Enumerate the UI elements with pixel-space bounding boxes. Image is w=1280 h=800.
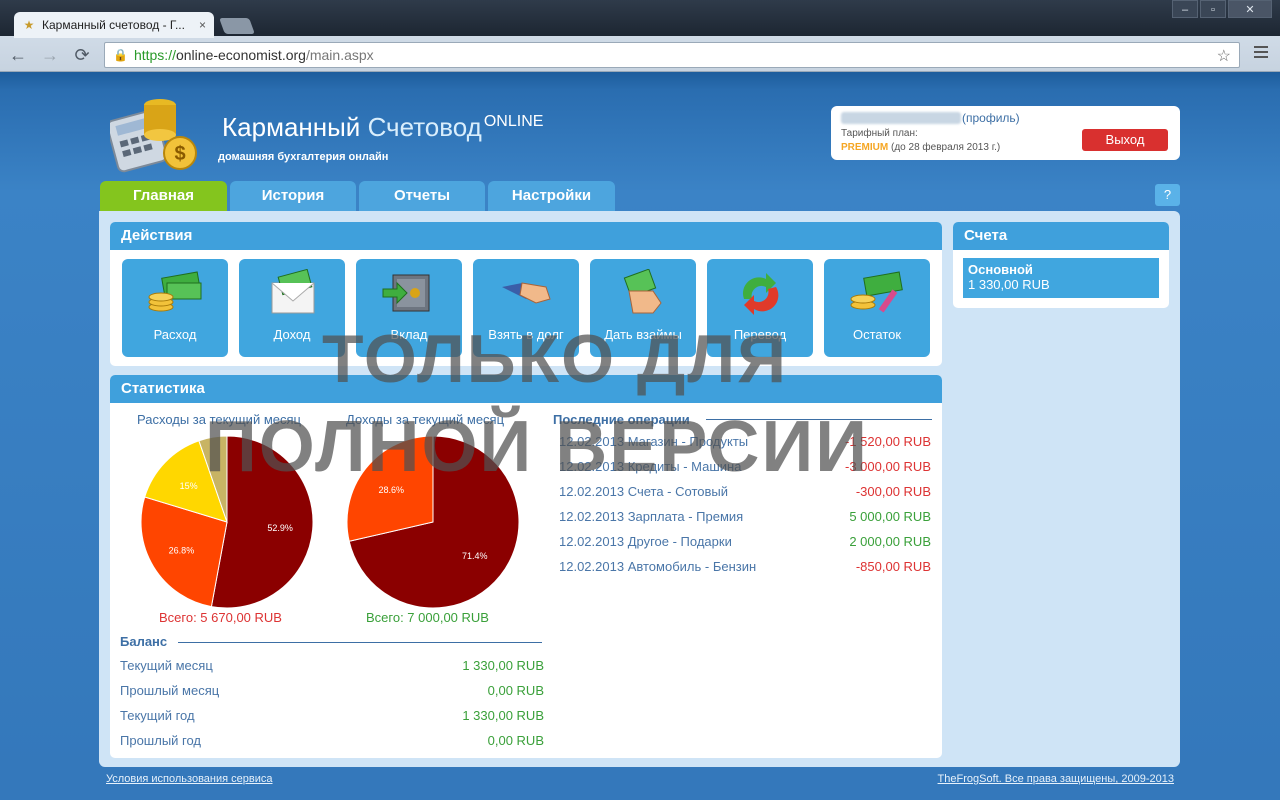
op-amount: 2 000,00 RUB bbox=[849, 534, 931, 549]
plan-label: Тарифный план: bbox=[841, 128, 918, 139]
lock-icon: 🔒 bbox=[113, 48, 128, 62]
transfer-arrows-icon bbox=[742, 273, 779, 315]
page: $ Карманный Счетовод ONLINE домашняя бухг… bbox=[0, 72, 1280, 800]
calculator-coins-logo: $ bbox=[110, 99, 197, 173]
pie-slice-label: 15% bbox=[180, 481, 198, 491]
user-box: (профиль) Тарифный план: PREMIUM (до 28 … bbox=[831, 106, 1180, 160]
title-bar: ★ Карманный счетовод - Г... × ‒ ▫ ✕ bbox=[0, 0, 1280, 38]
envelope-money-icon bbox=[271, 268, 315, 314]
profile-link[interactable]: (профиль) bbox=[962, 111, 1020, 125]
op-amount: 5 000,00 RUB bbox=[849, 509, 931, 524]
forward-icon[interactable]: → bbox=[36, 45, 64, 66]
username-blurred bbox=[841, 112, 961, 124]
browser-toolbar: ← → ⟳ 🔒 https:// online-economist.org /m… bbox=[0, 38, 1280, 72]
balance-divider bbox=[178, 642, 542, 643]
pie-slice-label: 71.4% bbox=[462, 551, 488, 561]
account-value: 1 330,00 RUB bbox=[968, 277, 1050, 292]
handshake-icon bbox=[502, 282, 551, 304]
terms-link[interactable]: Условия использования сервиса bbox=[106, 773, 273, 785]
back-icon[interactable]: ← bbox=[4, 45, 32, 66]
hand-money-icon bbox=[623, 268, 662, 314]
balance-value: 1 330,00 RUB bbox=[462, 708, 544, 723]
tab-reports[interactable]: Отчеты bbox=[359, 181, 485, 211]
new-tab-button[interactable] bbox=[219, 18, 255, 34]
account-name: Основной bbox=[968, 262, 1033, 277]
tab-settings[interactable]: Настройки bbox=[488, 181, 615, 211]
pie-slice-label: 26.8% bbox=[169, 546, 195, 556]
operation-row[interactable]: 12.02.2013 Автомобиль - Бензин -850,00 RU… bbox=[559, 559, 931, 574]
slogan: домашняя бухгалтерия онлайн bbox=[218, 151, 389, 163]
favicon-icon: ★ bbox=[23, 18, 35, 32]
balance-value: 0,00 RUB bbox=[487, 733, 544, 748]
watermark-line1: ТОЛЬКО ДЛЯ bbox=[322, 321, 788, 397]
browser-chrome: ★ Карманный счетовод - Г... × ‒ ▫ ✕ ← → … bbox=[0, 0, 1280, 72]
op-date: 12.02.2013 bbox=[559, 559, 625, 574]
op-desc: Зарплата - Премия bbox=[627, 509, 744, 524]
tab-main[interactable]: Главная bbox=[100, 181, 227, 211]
browser-menu-icon[interactable] bbox=[1254, 46, 1268, 61]
tab-history[interactable]: История bbox=[230, 181, 356, 211]
pie-slice-label: 52.9% bbox=[267, 523, 293, 533]
brand-part2: Счетовод bbox=[367, 112, 482, 142]
reload-icon[interactable]: ⟳ bbox=[68, 45, 96, 66]
accounts-title: Счета bbox=[953, 222, 1169, 250]
op-desc: Другое - Подарки bbox=[627, 534, 732, 549]
account-item[interactable]: Основной 1 330,00 RUB bbox=[963, 258, 1159, 298]
action-label: Расход bbox=[153, 327, 197, 342]
balance-title: Баланс bbox=[120, 634, 168, 649]
balance-label: Прошлый месяц bbox=[120, 683, 220, 698]
watermark-line2: ПОЛНОЙ ВЕРСИИ bbox=[205, 407, 869, 487]
url-path: /main.aspx bbox=[305, 47, 374, 63]
balance-label: Текущий год bbox=[120, 708, 195, 723]
op-amount: -850,00 RUB bbox=[855, 559, 931, 574]
logout-button[interactable]: Выход bbox=[1082, 129, 1168, 151]
brand-sup: ONLINE bbox=[483, 113, 544, 130]
browser-tab[interactable]: ★ Карманный счетовод - Г... × bbox=[14, 12, 214, 38]
income-total: Всего: 7 000,00 RUB bbox=[366, 610, 489, 625]
tab-title: Карманный счетовод - Г... bbox=[42, 18, 185, 32]
actions-title: Действия bbox=[110, 222, 942, 250]
maximize-button[interactable]: ▫ bbox=[1200, 0, 1226, 18]
bookmark-star-icon[interactable]: ☆ bbox=[1217, 46, 1231, 66]
operation-row[interactable]: 12.02.2013 Другое - Подарки 2 000,00 RUB bbox=[559, 534, 931, 549]
balance-label: Текущий месяц bbox=[120, 658, 213, 673]
plan-name: PREMIUM bbox=[841, 142, 889, 153]
minimize-button[interactable]: ‒ bbox=[1172, 0, 1198, 18]
brand-title: Карманный Счетовод ONLINE bbox=[222, 112, 543, 143]
brand-part1: Карманный bbox=[222, 112, 368, 142]
close-window-button[interactable]: ✕ bbox=[1228, 0, 1272, 18]
svg-text:$: $ bbox=[174, 143, 185, 165]
operation-row[interactable]: 12.02.2013 Зарплата - Премия 5 000,00 RUB bbox=[559, 509, 931, 524]
accounts-panel: Счета Основной 1 330,00 RUB bbox=[953, 222, 1169, 308]
url-protocol: https:// bbox=[133, 47, 176, 63]
money-coins-icon bbox=[148, 271, 202, 312]
expenses-total: Всего: 5 670,00 RUB bbox=[159, 610, 282, 625]
tab-close-icon[interactable]: × bbox=[199, 18, 206, 32]
op-date: 12.02.2013 bbox=[559, 534, 625, 549]
address-bar[interactable]: 🔒 https:// online-economist.org /main.as… bbox=[104, 42, 1240, 68]
balance-label: Прошлый год bbox=[120, 733, 202, 748]
help-button[interactable]: ? bbox=[1155, 184, 1180, 206]
balance-value: 0,00 RUB bbox=[487, 683, 544, 698]
plan-until: (до 28 февраля 2013 г.) bbox=[888, 142, 1001, 153]
action-label: Остаток bbox=[852, 327, 902, 342]
copyright-link[interactable]: TheFrogSoft. Все права защищены, 2009-20… bbox=[938, 773, 1174, 785]
op-desc: Автомобиль - Бензин bbox=[627, 559, 757, 574]
plan-info: PREMIUM (до 28 февраля 2013 г.) bbox=[841, 142, 1000, 153]
safe-icon bbox=[382, 274, 430, 312]
action-expense-button[interactable]: Расход bbox=[122, 259, 228, 357]
balance-value: 1 330,00 RUB bbox=[462, 658, 544, 673]
money-pencil-icon bbox=[850, 271, 903, 313]
action-balance-button[interactable]: Остаток bbox=[824, 259, 930, 357]
url-host: online-economist.org bbox=[175, 47, 306, 63]
main-content: Действия Расход Доход Вклад Взять в долг… bbox=[99, 211, 1180, 767]
op-date: 12.02.2013 bbox=[559, 509, 625, 524]
